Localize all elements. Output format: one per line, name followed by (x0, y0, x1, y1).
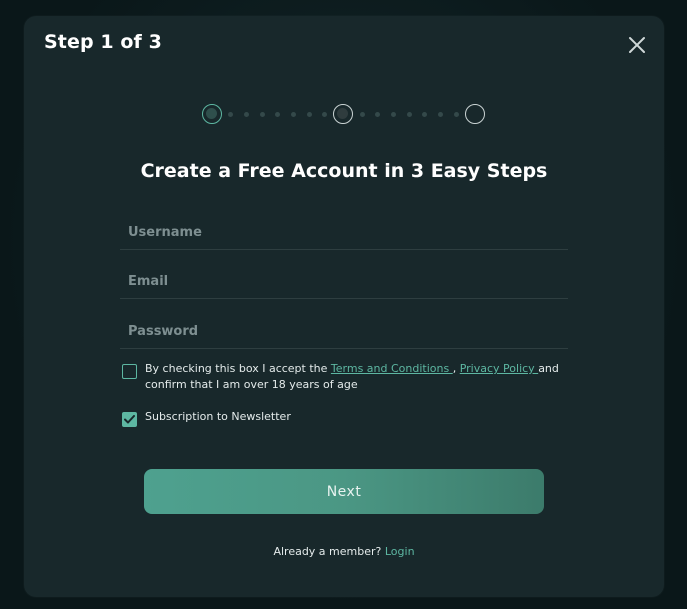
username-input[interactable] (120, 219, 568, 245)
close-icon (629, 37, 645, 53)
close-button[interactable] (628, 36, 646, 54)
step-dot (275, 112, 280, 117)
step-dot (322, 112, 327, 117)
privacy-policy-link[interactable]: Privacy Policy (460, 362, 538, 375)
step-progress (202, 104, 488, 124)
signup-modal: Step 1 of 3 Create a Free Account in 3 E… (24, 16, 664, 597)
step-dot (438, 112, 443, 117)
step-dot (291, 112, 296, 117)
username-field (120, 219, 568, 250)
terms-text: By checking this box I accept the Terms … (145, 361, 572, 393)
terms-separator: , (452, 362, 457, 375)
step-dot (407, 112, 412, 117)
step-indicator-3 (465, 104, 485, 124)
step-dot (375, 112, 380, 117)
already-member-text: Already a member? (273, 545, 382, 558)
password-input[interactable] (120, 318, 568, 344)
step-dot (360, 112, 365, 117)
newsletter-label: Subscription to Newsletter (145, 410, 291, 423)
step-dot (244, 112, 249, 117)
email-field (120, 268, 568, 299)
step-dot (228, 112, 233, 117)
step-dot (260, 112, 265, 117)
step-dot (307, 112, 312, 117)
terms-checkbox[interactable] (122, 364, 137, 379)
modal-title: Step 1 of 3 (44, 31, 162, 53)
form-heading: Create a Free Account in 3 Easy Steps (140, 160, 548, 182)
email-input[interactable] (120, 268, 568, 294)
login-prompt: Already a member? Login (24, 545, 664, 558)
password-field (120, 318, 568, 349)
newsletter-checkbox[interactable] (122, 412, 137, 427)
step-dot (422, 112, 427, 117)
step-dot (454, 112, 459, 117)
step-indicator-1 (202, 104, 222, 124)
terms-link[interactable]: Terms and Conditions (331, 362, 453, 375)
newsletter-row: Subscription to Newsletter (122, 409, 572, 427)
checkmark-icon (124, 415, 135, 424)
login-link[interactable]: Login (385, 545, 415, 558)
step-indicator-2 (333, 104, 353, 124)
terms-text-before: By checking this box I accept the (145, 362, 328, 375)
next-button[interactable]: Next (144, 469, 544, 514)
step-dot (391, 112, 396, 117)
terms-consent-row: By checking this box I accept the Terms … (122, 361, 572, 393)
